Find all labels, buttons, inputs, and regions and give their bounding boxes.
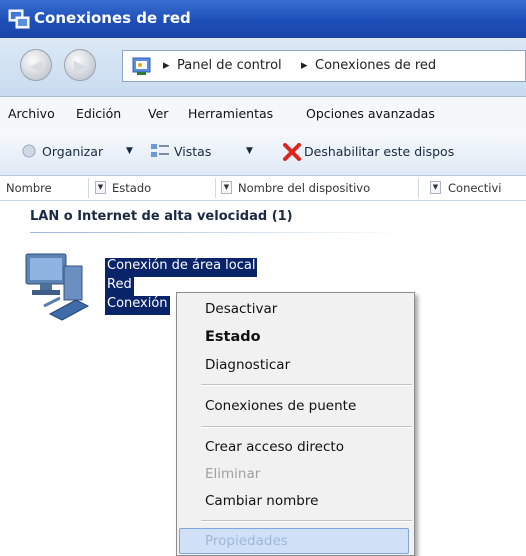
menu-view[interactable]: Ver xyxy=(148,106,168,121)
forward-button[interactable]: ▶ xyxy=(64,49,96,81)
menu-separator xyxy=(201,426,412,428)
breadcrumb-separator-icon: ▸ xyxy=(301,58,308,73)
menu-file[interactable]: Archivo xyxy=(8,106,55,121)
context-menu: Desactivar Estado Diagnosticar Conexione… xyxy=(176,292,415,556)
organize-button[interactable]: Organizar xyxy=(42,144,103,159)
window-title: Conexiones de red xyxy=(34,9,191,27)
menu-item-create-shortcut[interactable]: Crear acceso directo xyxy=(205,439,344,455)
column-divider[interactable] xyxy=(88,178,89,198)
title-bar: Conexiones de red xyxy=(0,0,526,38)
menu-advanced[interactable]: Opciones avanzadas xyxy=(306,106,435,121)
menu-bar: Archivo Edición Ver Herramientas Opcione… xyxy=(0,97,526,129)
column-device-name[interactable]: Nombre del dispositivo xyxy=(238,181,370,195)
column-headers: Nombre ▼ Estado ▼ Nombre del dispositivo… xyxy=(0,176,526,201)
views-button[interactable]: Vistas xyxy=(174,144,211,159)
address-bar[interactable]: ▸ Panel de control ▸ Conexiones de red xyxy=(122,50,526,82)
menu-item-properties[interactable]: Propiedades xyxy=(205,533,288,549)
disable-x-icon xyxy=(283,143,301,161)
back-arrow-icon: ◀ xyxy=(29,56,43,75)
column-connectivity[interactable]: Conectivi xyxy=(448,181,501,195)
disable-device-button[interactable]: Deshabilitar este dispos xyxy=(304,144,454,159)
views-dropdown-icon[interactable]: ▼ xyxy=(246,146,253,156)
breadcrumb-control-panel[interactable]: Panel de control xyxy=(177,58,282,73)
organize-dropdown-icon[interactable]: ▼ xyxy=(126,146,133,156)
breadcrumb-separator-icon: ▸ xyxy=(163,58,170,73)
menu-item-status[interactable]: Estado xyxy=(205,329,261,345)
menu-item-delete: Eliminar xyxy=(205,466,261,482)
lan-connection-icon[interactable] xyxy=(20,250,98,322)
column-divider[interactable] xyxy=(418,178,419,198)
organize-icon xyxy=(22,144,36,158)
column-divider[interactable] xyxy=(215,178,216,198)
toolbar: Organizar ▼ Vistas ▼ Deshabilitar este d… xyxy=(0,129,526,176)
group-header[interactable]: LAN o Internet de alta velocidad (1) xyxy=(30,209,293,224)
group-divider xyxy=(30,232,410,233)
connection-device[interactable]: Conexión xyxy=(105,296,170,315)
menu-tools[interactable]: Herramientas xyxy=(188,106,273,121)
connection-network[interactable]: Red xyxy=(105,277,134,296)
connection-name[interactable]: Conexión de área local xyxy=(105,258,258,277)
menu-item-rename[interactable]: Cambiar nombre xyxy=(205,493,318,509)
column-status[interactable]: Estado xyxy=(112,181,151,195)
forward-arrow-icon: ▶ xyxy=(73,56,87,75)
menu-separator xyxy=(201,384,412,386)
menu-item-deactivate[interactable]: Desactivar xyxy=(205,301,277,317)
menu-item-bridge-connections[interactable]: Conexiones de puente xyxy=(205,398,356,414)
menu-item-diagnose[interactable]: Diagnosticar xyxy=(205,357,290,373)
views-icon xyxy=(151,144,169,157)
navigation-bar: ◀ ▶ ▸ Panel de control ▸ Conexiones de r… xyxy=(0,38,526,97)
menu-separator xyxy=(201,520,412,522)
column-name-filter-icon[interactable]: ▼ xyxy=(95,181,106,194)
column-status-filter-icon[interactable]: ▼ xyxy=(221,181,232,194)
menu-edit[interactable]: Edición xyxy=(76,106,121,121)
network-connections-icon xyxy=(8,9,30,29)
breadcrumb-network-connections[interactable]: Conexiones de red xyxy=(315,58,436,73)
column-device-filter-icon[interactable]: ▼ xyxy=(430,181,441,194)
column-name[interactable]: Nombre xyxy=(6,181,52,195)
control-panel-icon xyxy=(132,57,151,75)
back-button[interactable]: ◀ xyxy=(20,49,52,81)
